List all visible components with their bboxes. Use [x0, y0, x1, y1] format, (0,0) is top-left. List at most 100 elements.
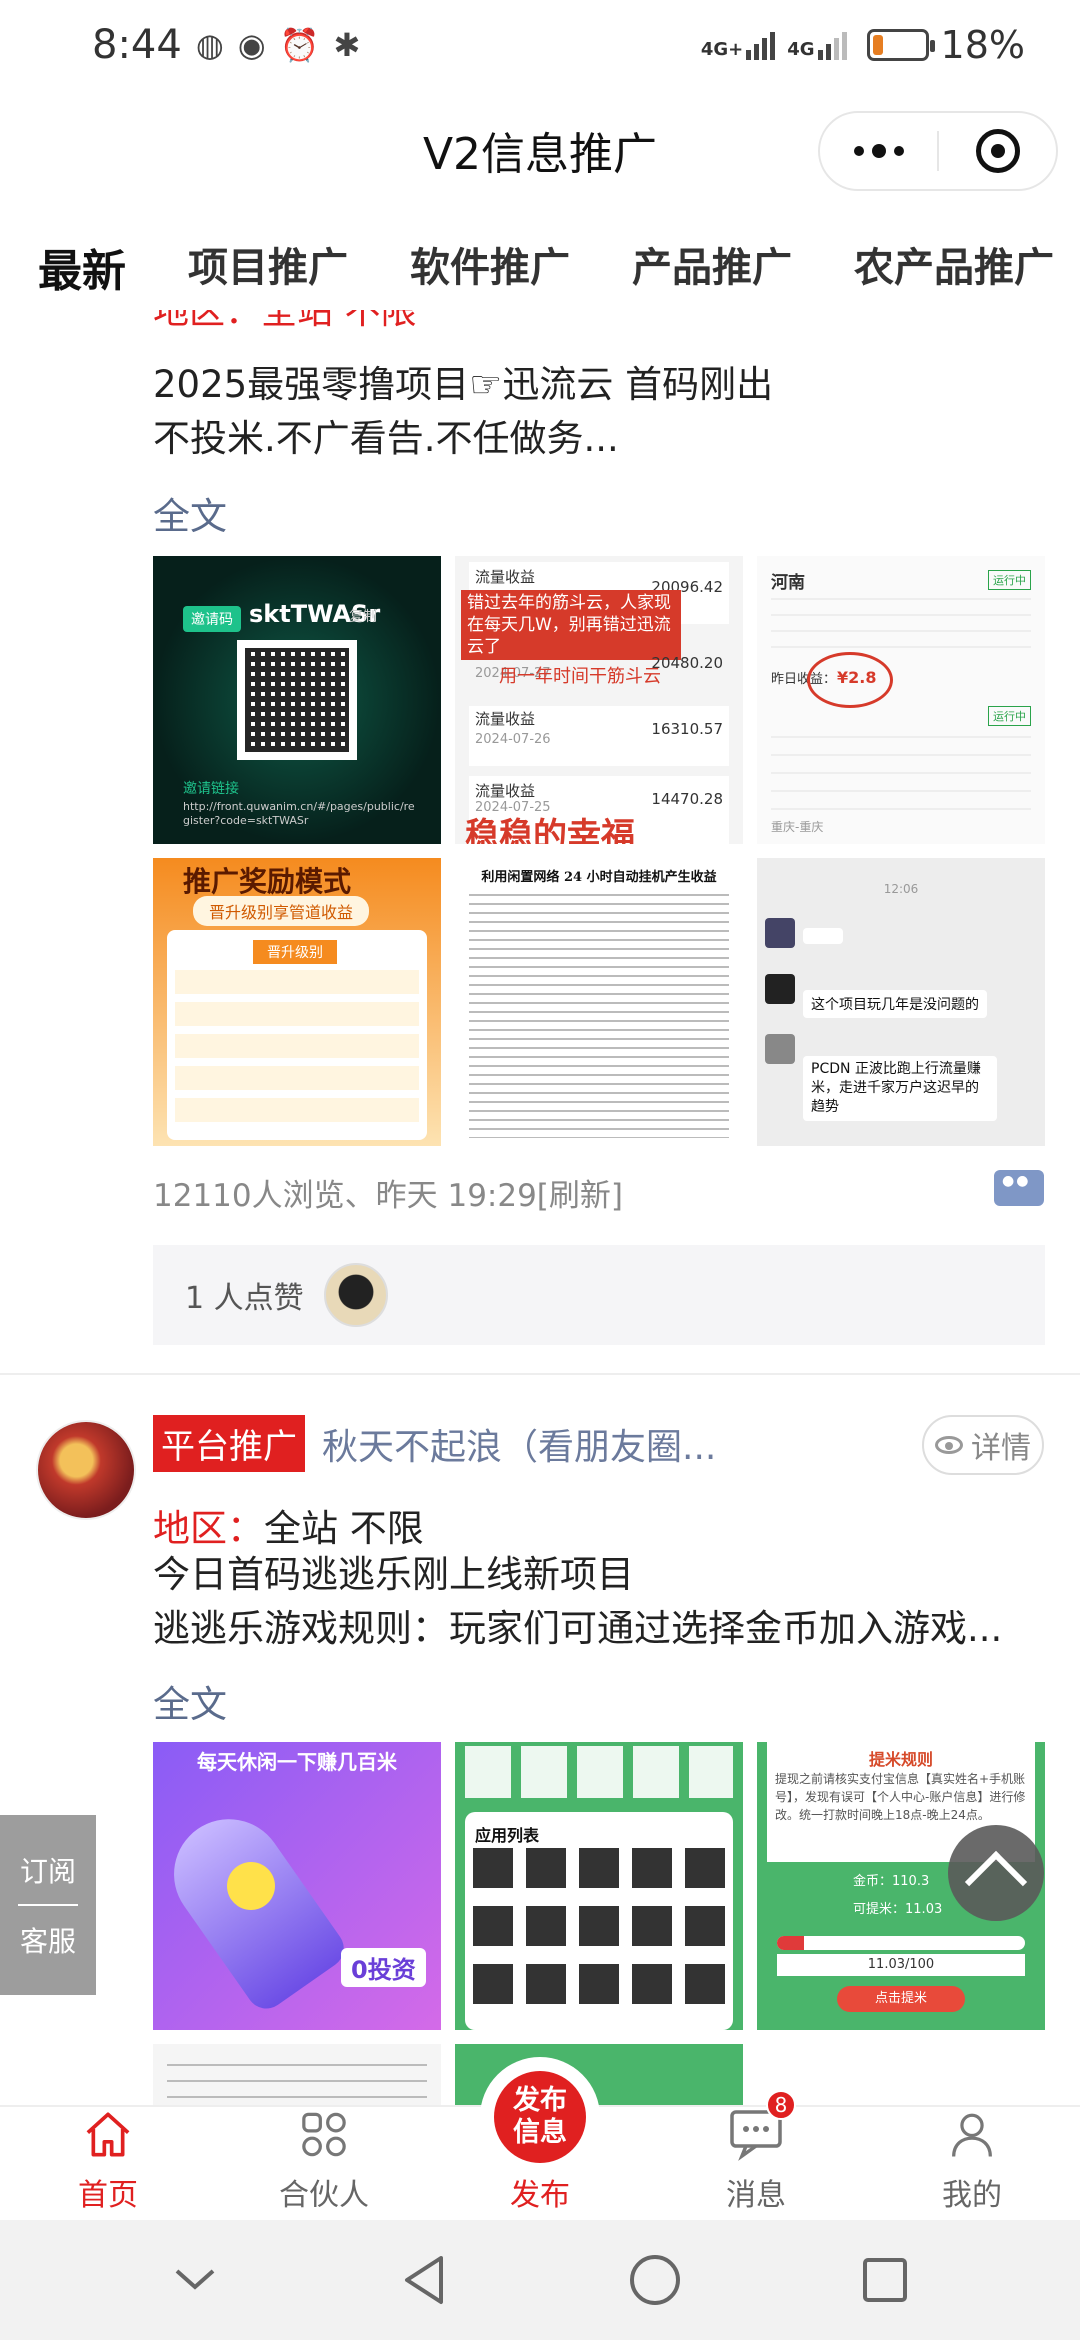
status-right: 4G+ 4G 18% — [701, 23, 1025, 67]
subscribe-button[interactable]: 订阅 — [20, 1850, 76, 1890]
post2-image-1[interactable]: 每天休闲一下赚几百米 0投资 — [153, 1742, 441, 2030]
home-button[interactable] — [625, 2250, 685, 2310]
bluetooth-battery-icon: ✱ — [333, 26, 361, 64]
article-title: 利用闲置网络 24 小时自动挂机产生收益 — [481, 870, 717, 885]
page-title: V2信息推广 — [422, 129, 658, 180]
earn-label-1: 流量收益 — [475, 568, 536, 586]
zero-invest-badge: 0投资 — [341, 1948, 426, 1987]
post1-image-4[interactable]: 推广奖励模式 晋升级别享管道收益 晋升级别 — [153, 858, 441, 1146]
tab-latest[interactable]: 最新 — [38, 235, 126, 299]
nav-publish[interactable]: 发布信息 发布 — [432, 2057, 648, 2220]
earn-value-2: 20480.20 — [651, 654, 723, 672]
user-icon — [952, 2113, 992, 2157]
app-list-title: 应用列表 — [475, 1826, 540, 1845]
recents-button[interactable] — [855, 2250, 915, 2310]
tab-product-promo[interactable]: 产品推广 — [632, 235, 792, 293]
node-region-2: 重庆-重庆 — [771, 820, 824, 834]
post2-author-name[interactable]: 秋天不起浪（看朋友圈... — [322, 1418, 742, 1470]
side-float-panel: 订阅 客服 — [0, 1815, 96, 1995]
node-status-1: 运行中 — [988, 570, 1031, 590]
nav-home[interactable]: 首页 — [0, 2107, 216, 2220]
rocket-top-text: 每天休闲一下赚几百米 — [197, 1750, 397, 1774]
nav-mine[interactable]: 我的 — [864, 2107, 1080, 2220]
app-icons-grid — [473, 1848, 725, 2018]
title-bar: V2信息推广 — [0, 95, 1080, 205]
post2-detail-button[interactable]: 详情 — [922, 1415, 1044, 1475]
tab-software-promo[interactable]: 软件推广 — [410, 235, 570, 293]
system-nav-bar — [0, 2220, 1080, 2340]
collapse-button[interactable] — [165, 2250, 225, 2310]
back-to-top-button[interactable] — [948, 1825, 1044, 1921]
earn-value-4: 14470.28 — [651, 790, 723, 808]
withdraw-row: 可提米：11.03 — [853, 1898, 942, 1917]
battery-fill — [872, 35, 883, 55]
earn-overlay-3: 稳稳的幸福 — [465, 816, 635, 844]
post2-region: 地区：全站 不限 — [153, 1498, 424, 1552]
customer-service-button[interactable]: 客服 — [20, 1920, 76, 1960]
post1-image-5[interactable]: 利用闲置网络 24 小时自动挂机产生收益 — [455, 858, 743, 1146]
network-type-2: 4G — [787, 39, 815, 60]
earn-overlay-2: 用一年时间干筋斗云 — [499, 666, 661, 687]
earn-label-4: 流量收益 — [475, 782, 536, 800]
node-earning: ¥2.8 — [837, 668, 877, 687]
comment-icon[interactable] — [994, 1170, 1044, 1206]
post1-image-3[interactable]: 河南 运行中 昨日收益： ¥2.8 运行中 重庆-重庆 — [757, 556, 1045, 844]
post2-image-6[interactable] — [757, 2044, 1045, 2105]
chat-time: 12:06 — [883, 882, 919, 896]
more-button[interactable] — [820, 113, 937, 189]
post1-image-1[interactable]: 邀请码 sktTWASr 复制 邀请链接 http://front.quwani… — [153, 556, 441, 844]
tab-project-promo[interactable]: 项目推广 — [188, 235, 348, 293]
eye-comfort-icon: ◉ — [237, 26, 266, 64]
post2-line1: 今日首码逃逃乐刚上线新项目 — [153, 1553, 634, 1596]
post1-image-grid: 邀请码 sktTWASr 复制 邀请链接 http://front.quwani… — [153, 556, 1045, 1146]
post2-author-avatar[interactable] — [36, 1420, 136, 1520]
nav-partner[interactable]: 合伙人 — [216, 2107, 432, 2220]
region-label: 地区： — [153, 1507, 264, 1550]
category-tabs: 最新 项目推广 软件推广 产品推广 农产品推广 — [0, 235, 1080, 310]
publish-circle-label: 发布信息 — [494, 2071, 586, 2163]
region-value: 全站 不限 — [264, 1507, 424, 1550]
tab-agri-promo[interactable]: 农产品推广 — [854, 235, 1054, 293]
coins-row: 金币：110.3 — [853, 1870, 929, 1889]
detail-label: 详情 — [971, 1431, 1031, 1466]
earn-date-3: 2024-07-26 — [475, 732, 551, 747]
invite-link: http://front.quwanim.cn/#/pages/public/r… — [183, 800, 415, 827]
signal-4g-icon: 4G — [787, 30, 847, 60]
chat-msg-1: 这个项目玩几年是没问题的 — [803, 990, 987, 1018]
post-feed: 地区：全站 不限 2025最强零撸项目☞迅流云 首码刚出 不投米.不广看告.不任… — [0, 310, 1080, 2105]
node-status-2: 运行中 — [988, 706, 1031, 726]
post2-image-4[interactable] — [153, 2044, 441, 2105]
battery-icon — [866, 29, 935, 61]
post1-meta[interactable]: 12110人浏览、昨天 19:29[刷新] — [153, 1170, 623, 1215]
post-divider — [0, 1373, 1080, 1375]
coins-label: 金币： — [853, 1874, 893, 1889]
post1-fulltext-link[interactable]: 全文 — [153, 486, 227, 540]
earn-overlay-1: 错过去年的筋斗云，人家现在每天几W，别再错过迅流云了 — [461, 590, 681, 660]
chat-msg-2: PCDN 正波比跑上行流量赚米，走进千家万户这迟早的趋势 — [803, 1056, 997, 1121]
earn-label-3: 流量收益 — [475, 710, 536, 728]
post2-image-2[interactable]: 应用列表 — [455, 1742, 743, 2030]
bottom-nav: 首页 合伙人 发布信息 发布 8 消息 我的 — [0, 2057, 1080, 2220]
publish-circle[interactable]: 发布信息 — [480, 2057, 600, 2177]
post1-image-6[interactable]: 12:06 这个项目玩几年是没问题的 PCDN 正波比跑上行流量赚米，走进千家万… — [757, 858, 1045, 1146]
liker-avatar[interactable] — [323, 1263, 388, 1327]
nav-messages[interactable]: 8 消息 — [648, 2090, 864, 2220]
withdraw-rule-text: 提现之前请核实支付宝信息【真实姓名+手机账号】，发现有误可【个人中心-账户信息】… — [775, 1772, 1026, 1822]
copy-label: 复制 — [349, 609, 377, 625]
network-type-1: 4G+ — [700, 39, 744, 60]
battery-percent: 18% — [940, 23, 1025, 67]
post1-image-2[interactable]: 流量收益 20096.42 错过去年的筋斗云，人家现在每天几W，别再错过迅流云了… — [455, 556, 743, 844]
network-globe-icon: ◍ — [195, 26, 224, 64]
withdraw-label: 可提米： — [853, 1902, 906, 1917]
home-circle-icon — [630, 2255, 680, 2305]
reward-section: 晋升级别 — [253, 940, 337, 964]
post2-fulltext-link[interactable]: 全文 — [153, 1674, 227, 1728]
signal-4g-plus-icon: 4G+ — [700, 30, 776, 60]
home-icon — [86, 2112, 130, 2157]
invite-label: 邀请码 — [183, 606, 241, 632]
nav-partner-label: 合伙人 — [279, 2178, 369, 2213]
close-miniprogram-button[interactable] — [939, 113, 1056, 189]
back-button[interactable] — [395, 2250, 455, 2310]
post1-region-cut: 地区：全站 不限 — [153, 310, 417, 332]
qr-code-icon — [237, 640, 357, 760]
